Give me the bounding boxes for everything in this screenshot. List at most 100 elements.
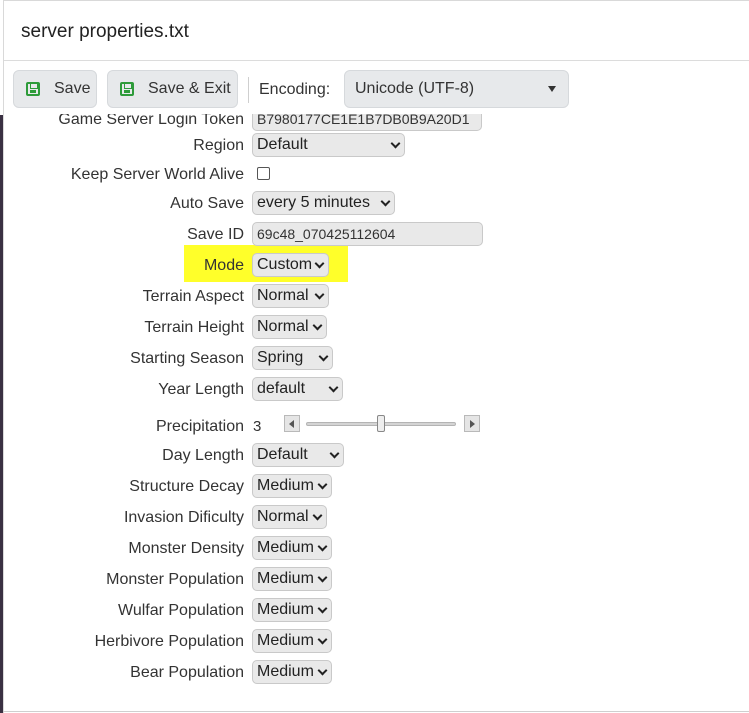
- select-value: Medium: [257, 632, 314, 649]
- row-terrain-height: Terrain Height Normal: [3, 315, 749, 341]
- chevron-down-icon: [317, 634, 328, 645]
- field-label: Invasion Dificulty: [123, 509, 244, 526]
- mode-select[interactable]: Custom: [252, 253, 329, 277]
- field-label: Region: [193, 137, 244, 154]
- row-save-id: Save ID 69c48_070425112604: [3, 222, 749, 248]
- chevron-down-icon: [314, 258, 325, 269]
- day-length-select[interactable]: Default: [252, 443, 344, 467]
- chevron-down-icon: [317, 479, 328, 490]
- row-auto-save: Auto Save every 5 minutes: [3, 191, 749, 217]
- region-select[interactable]: Default: [252, 133, 405, 157]
- row-starting-season: Starting Season Spring: [3, 346, 749, 372]
- invasion-difficulty-select[interactable]: Normal: [252, 505, 327, 529]
- field-label: Year Length: [158, 381, 244, 398]
- auto-save-select[interactable]: every 5 minutes: [252, 191, 395, 215]
- structure-decay-select[interactable]: Medium: [252, 474, 332, 498]
- select-value: Medium: [257, 477, 314, 494]
- encoding-value: Unicode (UTF-8): [355, 80, 475, 97]
- chevron-down-icon: [317, 541, 328, 552]
- bottom-divider: [3, 711, 749, 712]
- save-button-label: Save: [54, 80, 91, 97]
- row-mode: Mode Custom: [3, 253, 749, 279]
- field-label: Save ID: [187, 226, 244, 243]
- select-value: every 5 minutes: [257, 194, 370, 211]
- select-value: Normal: [257, 287, 309, 304]
- field-label: Terrain Aspect: [142, 288, 244, 305]
- save-id-field[interactable]: 69c48_070425112604: [252, 222, 483, 246]
- row-year-length: Year Length default: [3, 377, 749, 403]
- encoding-label: Encoding:: [259, 81, 331, 98]
- field-label: Bear Population: [130, 664, 244, 681]
- dialog-title: server properties.txt: [21, 21, 189, 42]
- save-exit-button[interactable]: Save & Exit: [107, 70, 238, 108]
- save-button[interactable]: Save: [13, 70, 97, 108]
- field-label: Day Length: [162, 447, 244, 464]
- chevron-down-icon: [380, 196, 391, 207]
- chevron-down-icon: [390, 138, 401, 149]
- keep-alive-checkbox[interactable]: [257, 167, 270, 180]
- toolbar-divider: [248, 77, 249, 103]
- monster-density-select[interactable]: Medium: [252, 536, 332, 560]
- field-label: Precipitation: [155, 418, 244, 435]
- chevron-down-icon: [312, 510, 323, 521]
- field-label: Mode: [203, 257, 244, 274]
- herbivore-population-select[interactable]: Medium: [252, 629, 332, 653]
- chevron-down-icon: [317, 665, 328, 676]
- chevron-down-icon: [317, 603, 328, 614]
- select-value: Medium: [257, 663, 314, 680]
- select-value: Default: [257, 446, 308, 463]
- encoding-select[interactable]: Unicode (UTF-8): [344, 70, 569, 108]
- row-day-length: Day Length Default: [3, 443, 749, 469]
- chevron-down-icon: [312, 320, 323, 331]
- select-value: Medium: [257, 539, 314, 556]
- chevron-down-icon: [317, 572, 328, 583]
- field-label: Game Server Login Token: [58, 114, 244, 128]
- monster-population-select[interactable]: Medium: [252, 567, 332, 591]
- chevron-down-icon: [328, 382, 339, 393]
- precipitation-slider[interactable]: [284, 415, 480, 433]
- row-login-token: Game Server Login Token B7980177CE1E1B7D…: [3, 114, 749, 133]
- field-label: Terrain Height: [144, 319, 244, 336]
- terrain-aspect-select[interactable]: Normal: [252, 284, 329, 308]
- field-label: Monster Population: [106, 571, 244, 588]
- select-value: default: [257, 380, 306, 397]
- precipitation-value: 3: [253, 418, 262, 435]
- row-precipitation: Precipitation 3: [3, 414, 749, 440]
- properties-form: Game Server Login Token B7980177CE1E1B7D…: [3, 114, 749, 713]
- caret-down-icon: [548, 86, 556, 92]
- row-terrain-aspect: Terrain Aspect Normal: [3, 284, 749, 310]
- select-value: Medium: [257, 570, 314, 587]
- row-structure-decay: Structure Decay Medium: [3, 474, 749, 500]
- field-label: Auto Save: [170, 195, 244, 212]
- row-wulfar-population: Wulfar Population Medium: [3, 598, 749, 624]
- row-region: Region Default: [3, 133, 749, 159]
- starting-season-select[interactable]: Spring: [252, 346, 333, 370]
- select-value: Normal: [257, 318, 309, 335]
- chevron-down-icon: [318, 351, 329, 362]
- slider-thumb[interactable]: [377, 415, 385, 432]
- wulfar-population-select[interactable]: Medium: [252, 598, 332, 622]
- chevron-down-icon: [329, 448, 340, 459]
- field-label: Monster Density: [128, 540, 244, 557]
- row-keep-alive: Keep Server World Alive: [3, 162, 749, 188]
- login-token-field[interactable]: B7980177CE1E1B7DB0B9A20D1: [252, 114, 482, 131]
- select-value: Spring: [257, 349, 304, 366]
- row-herbivore-population: Herbivore Population Medium: [3, 629, 749, 655]
- bear-population-select[interactable]: Medium: [252, 660, 332, 684]
- arrow-left-icon[interactable]: [284, 415, 300, 432]
- save-icon: [120, 82, 134, 96]
- field-label: Structure Decay: [129, 478, 244, 495]
- field-label: Starting Season: [130, 350, 244, 367]
- row-invasion-difficulty: Invasion Dificulty Normal: [3, 505, 749, 531]
- save-icon: [26, 82, 40, 96]
- field-label: Herbivore Population: [94, 633, 244, 650]
- save-exit-button-label: Save & Exit: [148, 80, 231, 97]
- field-label: Keep Server World Alive: [70, 166, 244, 183]
- year-length-select[interactable]: default: [252, 377, 343, 401]
- toolbar: Save Save & Exit Encoding: Unicode (UTF-…: [4, 61, 749, 115]
- select-value: Default: [257, 136, 308, 153]
- select-value: Normal: [257, 508, 309, 525]
- select-value: Medium: [257, 601, 314, 618]
- arrow-right-icon[interactable]: [464, 415, 480, 432]
- terrain-height-select[interactable]: Normal: [252, 315, 327, 339]
